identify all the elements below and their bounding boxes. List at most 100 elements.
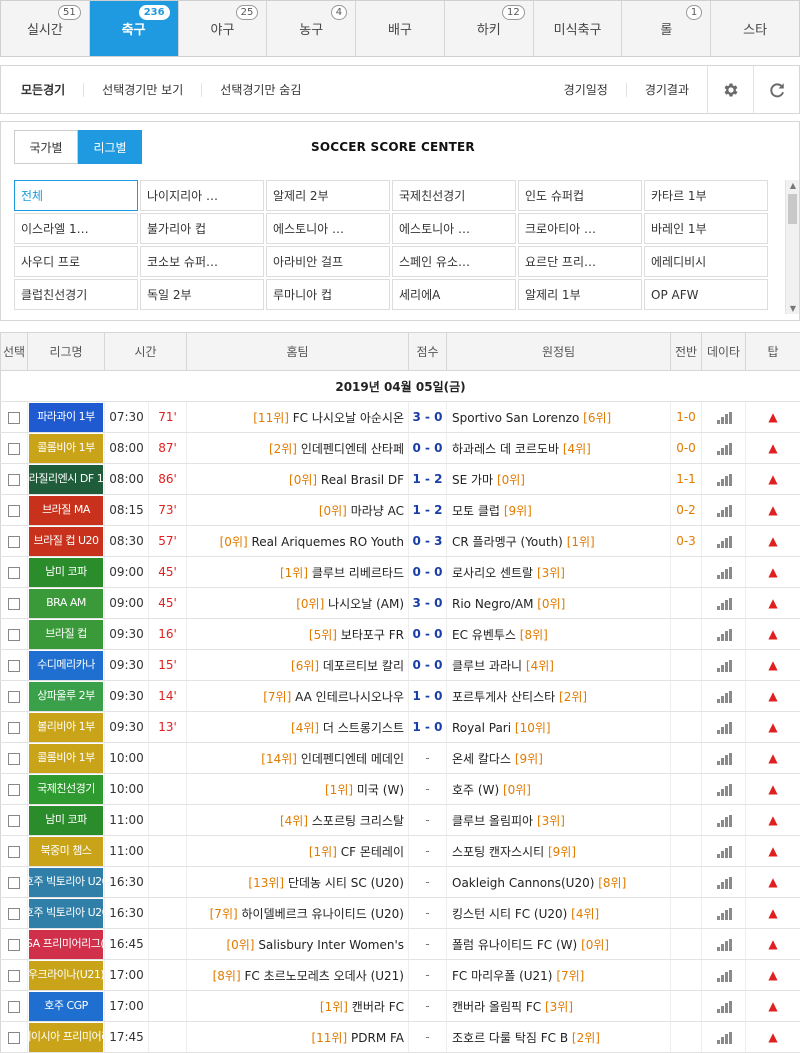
away-team[interactable]: 캔버라 올림픽 FC [3위]: [447, 991, 671, 1022]
match-row[interactable]: 브라질 컵09:3016'[5위] 보타포구 FR0 - 0EC 유벤투스 [8…: [1, 619, 800, 650]
move-to-top-icon[interactable]: ▲: [768, 627, 777, 641]
league-option[interactable]: 알제리 1부: [518, 279, 642, 310]
home-team[interactable]: [2위] 인데펜디엔테 산타페: [187, 433, 409, 464]
select-checkbox[interactable]: [8, 784, 20, 796]
league-cell[interactable]: 수디메리카나: [28, 650, 105, 681]
league-cell[interactable]: 말레이시아 프리미어리그: [28, 1022, 105, 1053]
league-badge[interactable]: 말레이시아 프리미어리그: [29, 1023, 103, 1052]
match-row[interactable]: 국제친선경기10:00[1위] 미국 (W)-호주 (W) [0위]▲: [1, 774, 800, 805]
move-to-top-icon[interactable]: ▲: [768, 844, 777, 858]
stats-chart-icon[interactable]: [717, 877, 731, 889]
league-cell[interactable]: 브라질 컵 U20: [28, 526, 105, 557]
tab-by-league[interactable]: 리그별: [78, 130, 142, 164]
stats-chart-icon[interactable]: [717, 846, 731, 858]
results-link[interactable]: 경기결과: [626, 83, 707, 97]
home-team[interactable]: [14위] 인데펜디엔테 메데인: [187, 743, 409, 774]
home-team[interactable]: [11위] PDRM FA: [187, 1022, 409, 1053]
league-option[interactable]: 국제친선경기: [392, 180, 516, 211]
league-option[interactable]: 에스토니아 …: [266, 213, 390, 244]
home-team[interactable]: [0위] 마라냥 AC: [187, 495, 409, 526]
league-badge[interactable]: 북중미 챔스: [29, 837, 103, 866]
league-option[interactable]: 불가리아 컵: [140, 213, 264, 244]
away-team[interactable]: Royal Pari [10위]: [447, 712, 671, 743]
match-row[interactable]: 브라질 컵 U2008:3057'[0위] Real Ariquemes RO …: [1, 526, 800, 557]
league-option[interactable]: 바레인 1부: [644, 213, 768, 244]
select-checkbox[interactable]: [8, 846, 20, 858]
stats-chart-icon[interactable]: [717, 908, 731, 920]
away-team[interactable]: EC 유벤투스 [8위]: [447, 619, 671, 650]
home-team[interactable]: [5위] 보타포구 FR: [187, 619, 409, 650]
league-badge[interactable]: 수디메리카나: [29, 651, 103, 680]
select-checkbox[interactable]: [8, 753, 20, 765]
move-to-top-icon[interactable]: ▲: [768, 596, 777, 610]
stats-chart-icon[interactable]: [717, 443, 731, 455]
match-row[interactable]: 호주 빅토리아 U2016:30[7위] 하이델베르크 유나이티드 (U20)-…: [1, 898, 800, 929]
league-option[interactable]: 사우디 프로: [14, 246, 138, 277]
all-matches-link[interactable]: 모든경기: [21, 83, 83, 97]
league-cell[interactable]: 호주 CGP: [28, 991, 105, 1022]
home-team[interactable]: [1위] 캔버라 FC: [187, 991, 409, 1022]
home-team[interactable]: [8위] FC 초르노모레츠 오데사 (U21): [187, 960, 409, 991]
league-option[interactable]: 크로아티아 …: [518, 213, 642, 244]
move-to-top-icon[interactable]: ▲: [768, 441, 777, 455]
move-to-top-icon[interactable]: ▲: [768, 565, 777, 579]
tab-sport-5[interactable]: 하키12: [445, 1, 534, 56]
home-team[interactable]: [0위] Salisbury Inter Women's: [187, 929, 409, 960]
select-checkbox[interactable]: [8, 877, 20, 889]
home-team[interactable]: [1위] 미국 (W): [187, 774, 409, 805]
away-team[interactable]: FC 마리우폴 (U21) [7위]: [447, 960, 671, 991]
select-checkbox[interactable]: [8, 629, 20, 641]
away-team[interactable]: 로사리오 센트랄 [3위]: [447, 557, 671, 588]
show-selected-link[interactable]: 선택경기만 보기: [83, 83, 201, 97]
stats-chart-icon[interactable]: [717, 784, 731, 796]
league-option[interactable]: 요르단 프리…: [518, 246, 642, 277]
league-option[interactable]: 스페인 유소…: [392, 246, 516, 277]
league-badge[interactable]: 남미 코파: [29, 806, 103, 835]
stats-chart-icon[interactable]: [717, 567, 731, 579]
league-option[interactable]: 이스라엘 1…: [14, 213, 138, 244]
league-badge[interactable]: 국제친선경기: [29, 775, 103, 804]
league-cell[interactable]: 파라과이 1부: [28, 402, 105, 433]
home-team[interactable]: [1위] 클루브 리베르타드: [187, 557, 409, 588]
match-row[interactable]: 우크라이나(U21)17:00[8위] FC 초르노모레츠 오데사 (U21)-…: [1, 960, 800, 991]
home-team[interactable]: [7위] 하이델베르크 유나이티드 (U20): [187, 898, 409, 929]
scroll-up-icon[interactable]: ▲: [786, 181, 800, 190]
league-badge[interactable]: BRA AM: [29, 589, 103, 618]
home-team[interactable]: [4위] 스포르팅 크리스탈: [187, 805, 409, 836]
match-row[interactable]: 브라질리엔시 DF 1부08:0086'[0위] Real Brasil DF1…: [1, 464, 800, 495]
stats-chart-icon[interactable]: [717, 691, 731, 703]
stats-chart-icon[interactable]: [717, 1032, 731, 1044]
move-to-top-icon[interactable]: ▲: [768, 906, 777, 920]
stats-chart-icon[interactable]: [717, 536, 731, 548]
tab-sport-0[interactable]: 실시간51: [1, 1, 90, 56]
league-cell[interactable]: 우크라이나(U21): [28, 960, 105, 991]
away-team[interactable]: 조호르 다룰 탁짐 FC B [2위]: [447, 1022, 671, 1053]
away-team[interactable]: Sportivo San Lorenzo [6위]: [447, 402, 671, 433]
select-checkbox[interactable]: [8, 598, 20, 610]
stats-chart-icon[interactable]: [717, 505, 731, 517]
league-cell[interactable]: BRA AM: [28, 588, 105, 619]
league-badge[interactable]: 남미 코파: [29, 558, 103, 587]
match-row[interactable]: 북중미 챔스11:00[1위] CF 몬테레이-스포팅 캔자스시티 [9위]▲: [1, 836, 800, 867]
league-cell[interactable]: 브라질 MA: [28, 495, 105, 526]
league-option[interactable]: OP AFW: [644, 279, 768, 310]
home-team[interactable]: [0위] 나시오날 (AM): [187, 588, 409, 619]
select-checkbox[interactable]: [8, 412, 20, 424]
match-row[interactable]: 말레이시아 프리미어리그17:45[11위] PDRM FA-조호르 다룰 탁짐…: [1, 1022, 800, 1053]
stats-chart-icon[interactable]: [717, 1001, 731, 1013]
league-cell[interactable]: 콜롬비아 1부: [28, 743, 105, 774]
match-row[interactable]: 호주 빅토리아 U2016:30[13위] 단데농 시티 SC (U20)-Oa…: [1, 867, 800, 898]
tab-sport-2[interactable]: 야구25: [179, 1, 268, 56]
league-option[interactable]: 인도 슈퍼컵: [518, 180, 642, 211]
league-cell[interactable]: 볼리비아 1부: [28, 712, 105, 743]
away-team[interactable]: 모토 클럽 [9위]: [447, 495, 671, 526]
league-option[interactable]: 코소보 슈퍼…: [140, 246, 264, 277]
home-team[interactable]: [6위] 데포르티보 칼리: [187, 650, 409, 681]
league-option[interactable]: 나이지리아 …: [140, 180, 264, 211]
select-checkbox[interactable]: [8, 443, 20, 455]
home-team[interactable]: [4위] 더 스트롱기스트: [187, 712, 409, 743]
away-team[interactable]: 클루브 과라니 [4위]: [447, 650, 671, 681]
select-checkbox[interactable]: [8, 505, 20, 517]
league-badge[interactable]: 상파울루 2부: [29, 682, 103, 711]
home-team[interactable]: [7위] AA 인테르나시오나우: [187, 681, 409, 712]
